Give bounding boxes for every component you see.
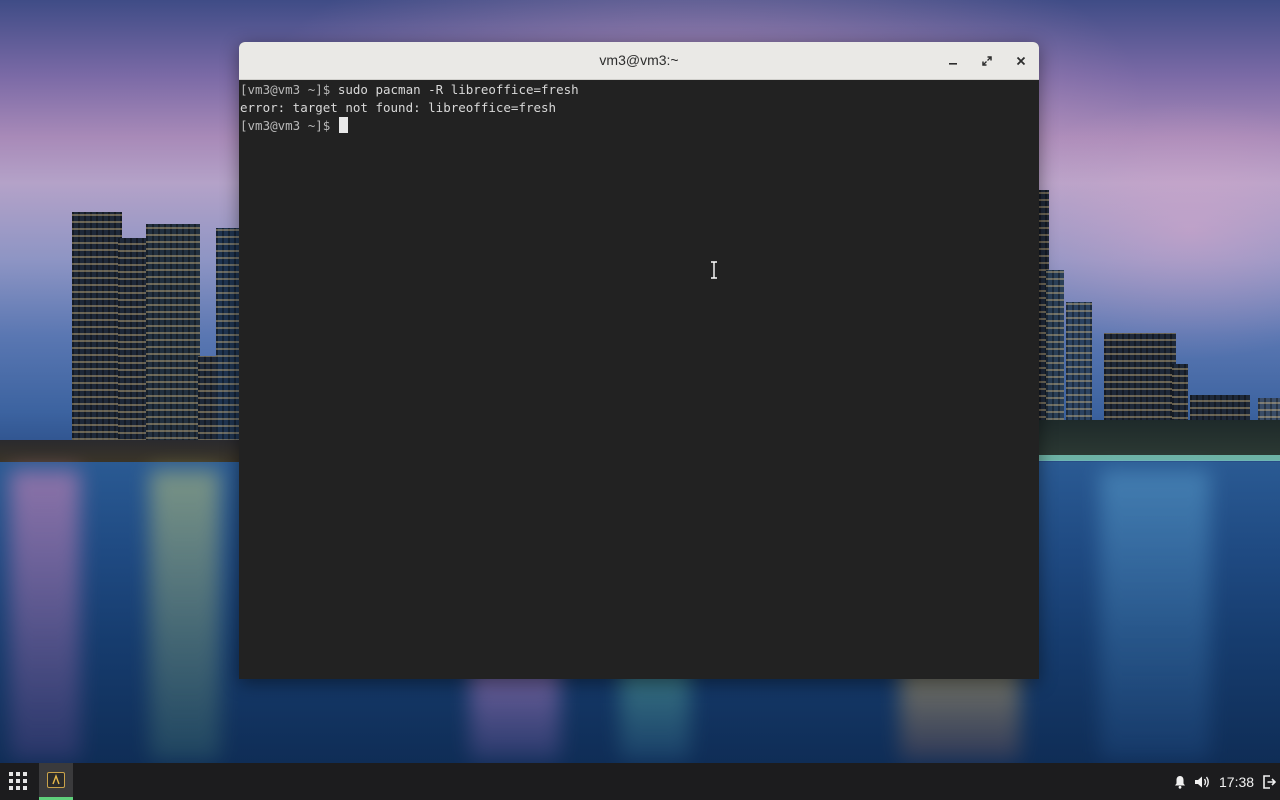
ibeam-cursor-icon xyxy=(711,261,717,279)
maximize-icon xyxy=(982,56,992,66)
bell-icon xyxy=(1175,775,1185,789)
terminal-icon xyxy=(47,772,65,788)
app-grid-icon xyxy=(9,772,27,790)
window-title: vm3@vm3:~ xyxy=(599,52,679,68)
command-text: sudo pacman -R libreoffice=fresh xyxy=(337,82,579,97)
terminal-window[interactable]: vm3@vm3:~ [vm3@vm3 ~]$ sudo pacman -R li… xyxy=(239,42,1039,679)
shell-prompt: [vm3@vm3 ~]$ xyxy=(240,118,338,133)
window-titlebar[interactable]: vm3@vm3:~ xyxy=(239,42,1039,80)
minimize-button[interactable] xyxy=(943,51,963,71)
maximize-button[interactable] xyxy=(977,51,997,71)
minimize-icon xyxy=(949,63,957,65)
logout-icon xyxy=(1263,774,1276,789)
logout-button[interactable] xyxy=(1262,763,1276,800)
clock[interactable]: 17:38 xyxy=(1219,763,1254,800)
shell-prompt: [vm3@vm3 ~]$ xyxy=(240,82,338,97)
app-menu-button[interactable] xyxy=(6,769,30,793)
volume-button[interactable] xyxy=(1193,763,1211,800)
terminal-output[interactable]: [vm3@vm3 ~]$ sudo pacman -R libreoffice=… xyxy=(239,80,1039,679)
notifications-button[interactable] xyxy=(1172,763,1188,800)
error-message: error: target not found: libreoffice=fre… xyxy=(240,100,557,115)
close-button[interactable] xyxy=(1011,51,1031,71)
text-cursor xyxy=(338,117,348,133)
terminal-line: [vm3@vm3 ~]$ xyxy=(240,117,1038,135)
taskbar-item-terminal[interactable] xyxy=(39,763,73,800)
terminal-line: [vm3@vm3 ~]$ sudo pacman -R libreoffice=… xyxy=(240,81,1038,99)
taskbar: 17:38 xyxy=(0,763,1280,800)
terminal-line: error: target not found: libreoffice=fre… xyxy=(240,99,1038,117)
close-icon xyxy=(1016,56,1026,66)
speaker-icon xyxy=(1195,776,1209,787)
